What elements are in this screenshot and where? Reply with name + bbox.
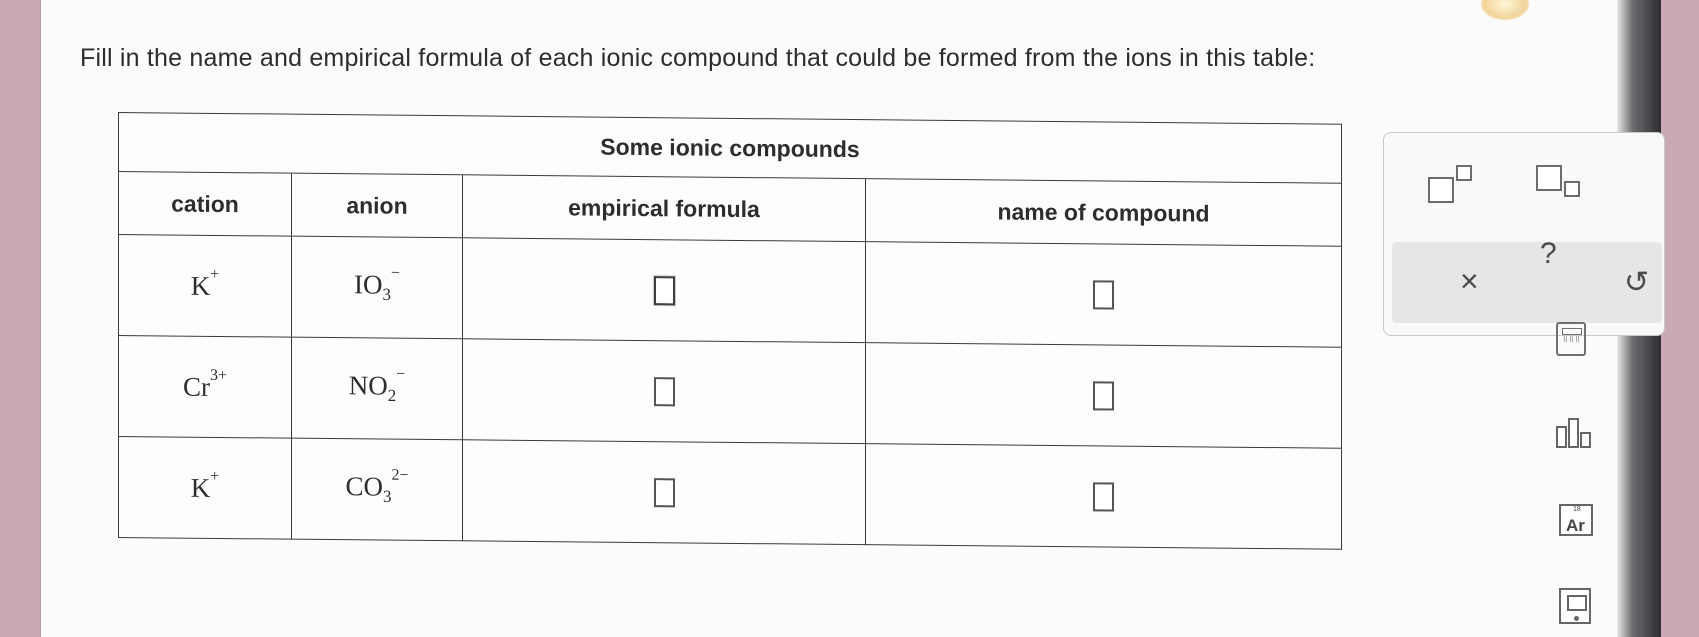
input-box-icon	[653, 275, 675, 305]
anion-subscript: 3	[382, 285, 391, 305]
compound-name-input[interactable]	[1093, 279, 1114, 310]
anion-symbol: IO	[353, 269, 383, 300]
palette-action-strip	[1392, 242, 1662, 323]
superscript-button[interactable]	[1428, 163, 1488, 203]
empirical-formula-input[interactable]	[653, 275, 675, 305]
anion-cell: CO3 2−	[291, 438, 463, 541]
question-text: Fill in the name and empirical formula o…	[80, 44, 1316, 72]
superscript-box-icon	[1456, 165, 1472, 181]
calculator-button[interactable]: ⠿⠿⠿	[1556, 322, 1586, 356]
empirical-formula-cell	[462, 439, 866, 545]
table-row: K+ CO3 2−	[118, 436, 1342, 550]
empirical-formula-input[interactable]	[653, 376, 675, 406]
compound-name-cell	[865, 342, 1342, 449]
base-box-icon	[1428, 177, 1454, 203]
compound-name-input[interactable]	[1093, 380, 1114, 411]
book-dot-icon	[1574, 616, 1579, 621]
undo-button[interactable]: ↺	[1624, 265, 1649, 300]
anion-charge: −	[390, 264, 401, 283]
periodic-table-button[interactable]: 18 Ar	[1559, 504, 1593, 536]
empirical-formula-cell	[462, 237, 866, 343]
cation-symbol: K	[190, 472, 211, 503]
cation-cell: K+	[118, 436, 292, 540]
bar-chart-icon	[1580, 432, 1591, 448]
empirical-formula-input[interactable]	[653, 477, 675, 507]
anion-cell: IO3 −	[291, 236, 463, 339]
anion-subscript: 3	[382, 487, 392, 507]
cation-symbol: K	[190, 270, 211, 301]
header-empirical-formula: empirical formula	[462, 174, 866, 242]
cation-charge: +	[210, 467, 220, 485]
math-input-palette: × ? ↺	[1383, 132, 1665, 336]
header-cation: cation	[118, 171, 292, 237]
book-icon	[1567, 595, 1587, 611]
table-row: Cr3+ NO2 −	[118, 335, 1342, 449]
header-name-of-compound: name of compound	[865, 178, 1342, 247]
input-box-icon	[1093, 481, 1114, 512]
anion-subscript: 2	[387, 386, 397, 406]
base-box-icon	[1536, 165, 1562, 191]
cation-cell: Cr3+	[118, 335, 292, 439]
compound-name-cell	[865, 443, 1342, 550]
compound-name-cell	[865, 241, 1342, 348]
table-row: K+ IO3 −	[118, 234, 1342, 348]
input-box-icon	[653, 376, 675, 406]
empirical-formula-cell	[462, 338, 866, 444]
cation-charge: +	[210, 265, 220, 283]
clear-button[interactable]: ×	[1460, 263, 1479, 300]
input-box-icon	[653, 477, 675, 507]
calculator-keys: ⠿⠿⠿	[1562, 337, 1582, 344]
anion-charge: −	[396, 365, 406, 384]
bar-chart-icon	[1556, 426, 1567, 448]
light-glare	[1481, 0, 1529, 20]
calculator-icon	[1562, 328, 1582, 335]
element-symbol: Ar	[1566, 516, 1585, 535]
subscript-button[interactable]	[1536, 163, 1596, 203]
cation-charge: 3+	[209, 366, 228, 384]
help-button[interactable]: ?	[1540, 237, 1557, 271]
reference-book-button[interactable]	[1559, 588, 1591, 624]
header-anion: anion	[291, 173, 463, 238]
subscript-box-icon	[1564, 181, 1580, 197]
anion-symbol: NO	[348, 370, 388, 401]
ionic-compounds-table: Some ionic compounds cation anion empiri…	[118, 112, 1342, 550]
anion-charge: 2−	[391, 466, 409, 485]
cation-symbol: Cr	[182, 371, 210, 402]
input-box-icon	[1093, 279, 1114, 310]
cation-cell: K+	[118, 234, 292, 338]
bar-chart-icon	[1568, 418, 1579, 448]
input-box-icon	[1093, 380, 1114, 411]
compound-name-input[interactable]	[1093, 481, 1114, 512]
anion-cell: NO2 −	[291, 337, 463, 440]
atomic-number: 18	[1573, 506, 1581, 513]
data-chart-button[interactable]	[1556, 418, 1594, 448]
anion-symbol: CO	[345, 471, 383, 502]
